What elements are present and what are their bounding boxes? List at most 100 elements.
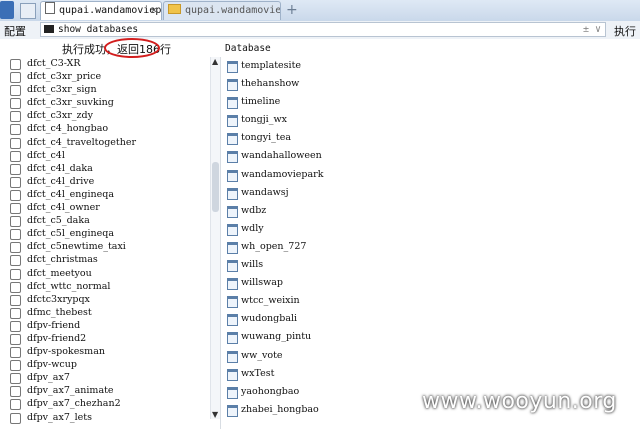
- list-item-label: dfct_c4l_owner: [27, 202, 100, 214]
- result-row[interactable]: willswap: [225, 274, 635, 292]
- list-item[interactable]: dfpv-spokesman: [0, 345, 220, 359]
- table-icon: [227, 296, 238, 309]
- command-input[interactable]: show databases ± ∨: [40, 22, 606, 37]
- checkbox-icon[interactable]: [10, 85, 21, 97]
- checkbox-icon[interactable]: [10, 412, 21, 424]
- checkbox-icon[interactable]: [10, 347, 21, 359]
- command-controls[interactable]: ± ∨: [583, 23, 601, 36]
- checkbox-icon[interactable]: [10, 203, 21, 215]
- result-row[interactable]: wh_open_727: [225, 238, 635, 256]
- list-item[interactable]: dfpv_ax7: [0, 371, 220, 385]
- result-row[interactable]: tongji_wx: [225, 111, 635, 129]
- checkbox-icon[interactable]: [10, 124, 21, 136]
- checkbox-icon[interactable]: [10, 176, 21, 188]
- list-item[interactable]: dfct_c4l_drive: [0, 175, 220, 188]
- list-item[interactable]: dfct_c5_daka: [0, 214, 220, 228]
- checkbox-icon[interactable]: [10, 373, 21, 385]
- list-item-label: dfct_c4l_engineqa: [27, 188, 114, 200]
- list-item[interactable]: dfct_c5l_engineqa: [0, 227, 220, 241]
- run-button[interactable]: 执行: [614, 23, 636, 39]
- checkbox-icon[interactable]: [10, 163, 21, 175]
- list-item[interactable]: dfct_c4l_engineqa: [0, 188, 220, 201]
- list-item[interactable]: dfct_meetyou: [0, 267, 220, 280]
- scroll-up-icon[interactable]: ▲: [212, 57, 218, 66]
- result-row[interactable]: wandawsj: [225, 184, 635, 202]
- result-row[interactable]: wuwang_pintu: [225, 328, 635, 346]
- checkbox-icon[interactable]: [10, 294, 21, 306]
- result-value: tongji_wx: [241, 114, 287, 126]
- list-item-label: dfct_C3-XR: [27, 58, 81, 69]
- checkbox-icon[interactable]: [10, 137, 21, 149]
- checkbox-icon[interactable]: [10, 98, 21, 110]
- list-item[interactable]: dfct_wttc_normal: [0, 280, 220, 293]
- result-row[interactable]: wdly: [225, 220, 635, 238]
- checkbox-icon[interactable]: [10, 281, 21, 293]
- list-item[interactable]: dfct_c3xr_zdy: [0, 109, 220, 123]
- result-row[interactable]: wxTest: [225, 365, 635, 383]
- list-item[interactable]: dfct_c4l_daka: [0, 162, 220, 175]
- scrollbar[interactable]: ▲ ▼: [210, 57, 220, 419]
- checkbox-icon[interactable]: [10, 59, 21, 70]
- new-tab-button[interactable]: +: [286, 2, 298, 18]
- checkbox-icon[interactable]: [10, 150, 21, 162]
- tab-object[interactable]: qupai.wandamoviep...: [163, 1, 281, 20]
- checkbox-icon[interactable]: [10, 189, 21, 201]
- list-item[interactable]: dfct_c5newtime_taxi: [0, 240, 220, 254]
- list-item[interactable]: dfct_c4_hongbao: [0, 122, 220, 136]
- app-menu-button[interactable]: [0, 1, 14, 19]
- list-item[interactable]: dfct_c4_traveltogether: [0, 136, 220, 149]
- list-item[interactable]: dfmc_thebest: [0, 306, 220, 319]
- list-item[interactable]: dfct_C3-XR: [0, 57, 220, 70]
- result-row[interactable]: thehanshow: [225, 75, 635, 93]
- result-value: yaohongbao: [241, 385, 300, 397]
- checkbox-icon[interactable]: [10, 229, 21, 241]
- scroll-thumb[interactable]: [212, 162, 219, 212]
- checkbox-icon[interactable]: [10, 333, 21, 345]
- list-item[interactable]: dfct_c4l: [0, 149, 220, 162]
- config-button[interactable]: 配置: [4, 23, 26, 39]
- checkbox-icon[interactable]: [10, 320, 21, 332]
- checkbox-icon[interactable]: [10, 268, 21, 280]
- checkbox-icon[interactable]: [10, 242, 21, 254]
- list-item-label: dfpv_ax7: [27, 372, 70, 384]
- checkbox-icon[interactable]: [10, 216, 21, 228]
- checkbox-icon[interactable]: [10, 72, 21, 84]
- checkbox-icon[interactable]: [10, 255, 21, 267]
- list-item[interactable]: dfct_c3xr_sign: [0, 83, 220, 97]
- list-item-label: dfpv-wcup: [27, 359, 77, 371]
- result-row[interactable]: wudongbali: [225, 310, 635, 328]
- tab-query[interactable]: qupai.wandamoviep...×: [40, 1, 162, 20]
- list-item[interactable]: dfctc3xrypqx: [0, 293, 220, 306]
- list-item[interactable]: dfpv-wcup: [0, 358, 220, 372]
- list-item[interactable]: dfpv-friend2: [0, 332, 220, 345]
- result-row[interactable]: wdbz: [225, 202, 635, 220]
- result-row[interactable]: wandamoviepark: [225, 166, 635, 184]
- list-item-label: dfct_c4l_daka: [27, 162, 93, 174]
- list-item[interactable]: dfct_c4l_owner: [0, 201, 220, 215]
- checkbox-icon[interactable]: [10, 386, 21, 398]
- list-item[interactable]: dfpv_ax7_animate: [0, 384, 220, 398]
- result-row[interactable]: wtcc_weixin: [225, 292, 635, 310]
- list-item[interactable]: dfct_christmas: [0, 253, 220, 267]
- list-item[interactable]: dfct_c3xr_suvking: [0, 96, 220, 110]
- result-row[interactable]: wandahalloween: [225, 147, 635, 165]
- list-item[interactable]: dfpv_ax7_lets: [0, 411, 220, 424]
- checkbox-icon[interactable]: [10, 360, 21, 372]
- result-row[interactable]: timeline: [225, 93, 635, 111]
- list-item[interactable]: dfct_c3xr_price: [0, 70, 220, 84]
- pane-divider[interactable]: [220, 57, 221, 429]
- scroll-down-icon[interactable]: ▼: [212, 410, 218, 419]
- result-row[interactable]: tongyi_tea: [225, 129, 635, 147]
- checkbox-icon[interactable]: [10, 111, 21, 123]
- list-item[interactable]: dfpv-friend: [0, 319, 220, 332]
- close-icon[interactable]: ×: [151, 2, 157, 20]
- result-row[interactable]: templatesite: [225, 57, 635, 75]
- window-toggle-button[interactable]: [20, 3, 36, 19]
- checkbox-icon[interactable]: [10, 307, 21, 319]
- result-row[interactable]: wills: [225, 256, 635, 274]
- result-row[interactable]: ww_vote: [225, 347, 635, 365]
- table-icon: [227, 115, 238, 128]
- list-item[interactable]: dfpv_ax7_chezhan2: [0, 397, 220, 411]
- result-value: tongyi_tea: [241, 132, 291, 144]
- checkbox-icon[interactable]: [10, 399, 21, 411]
